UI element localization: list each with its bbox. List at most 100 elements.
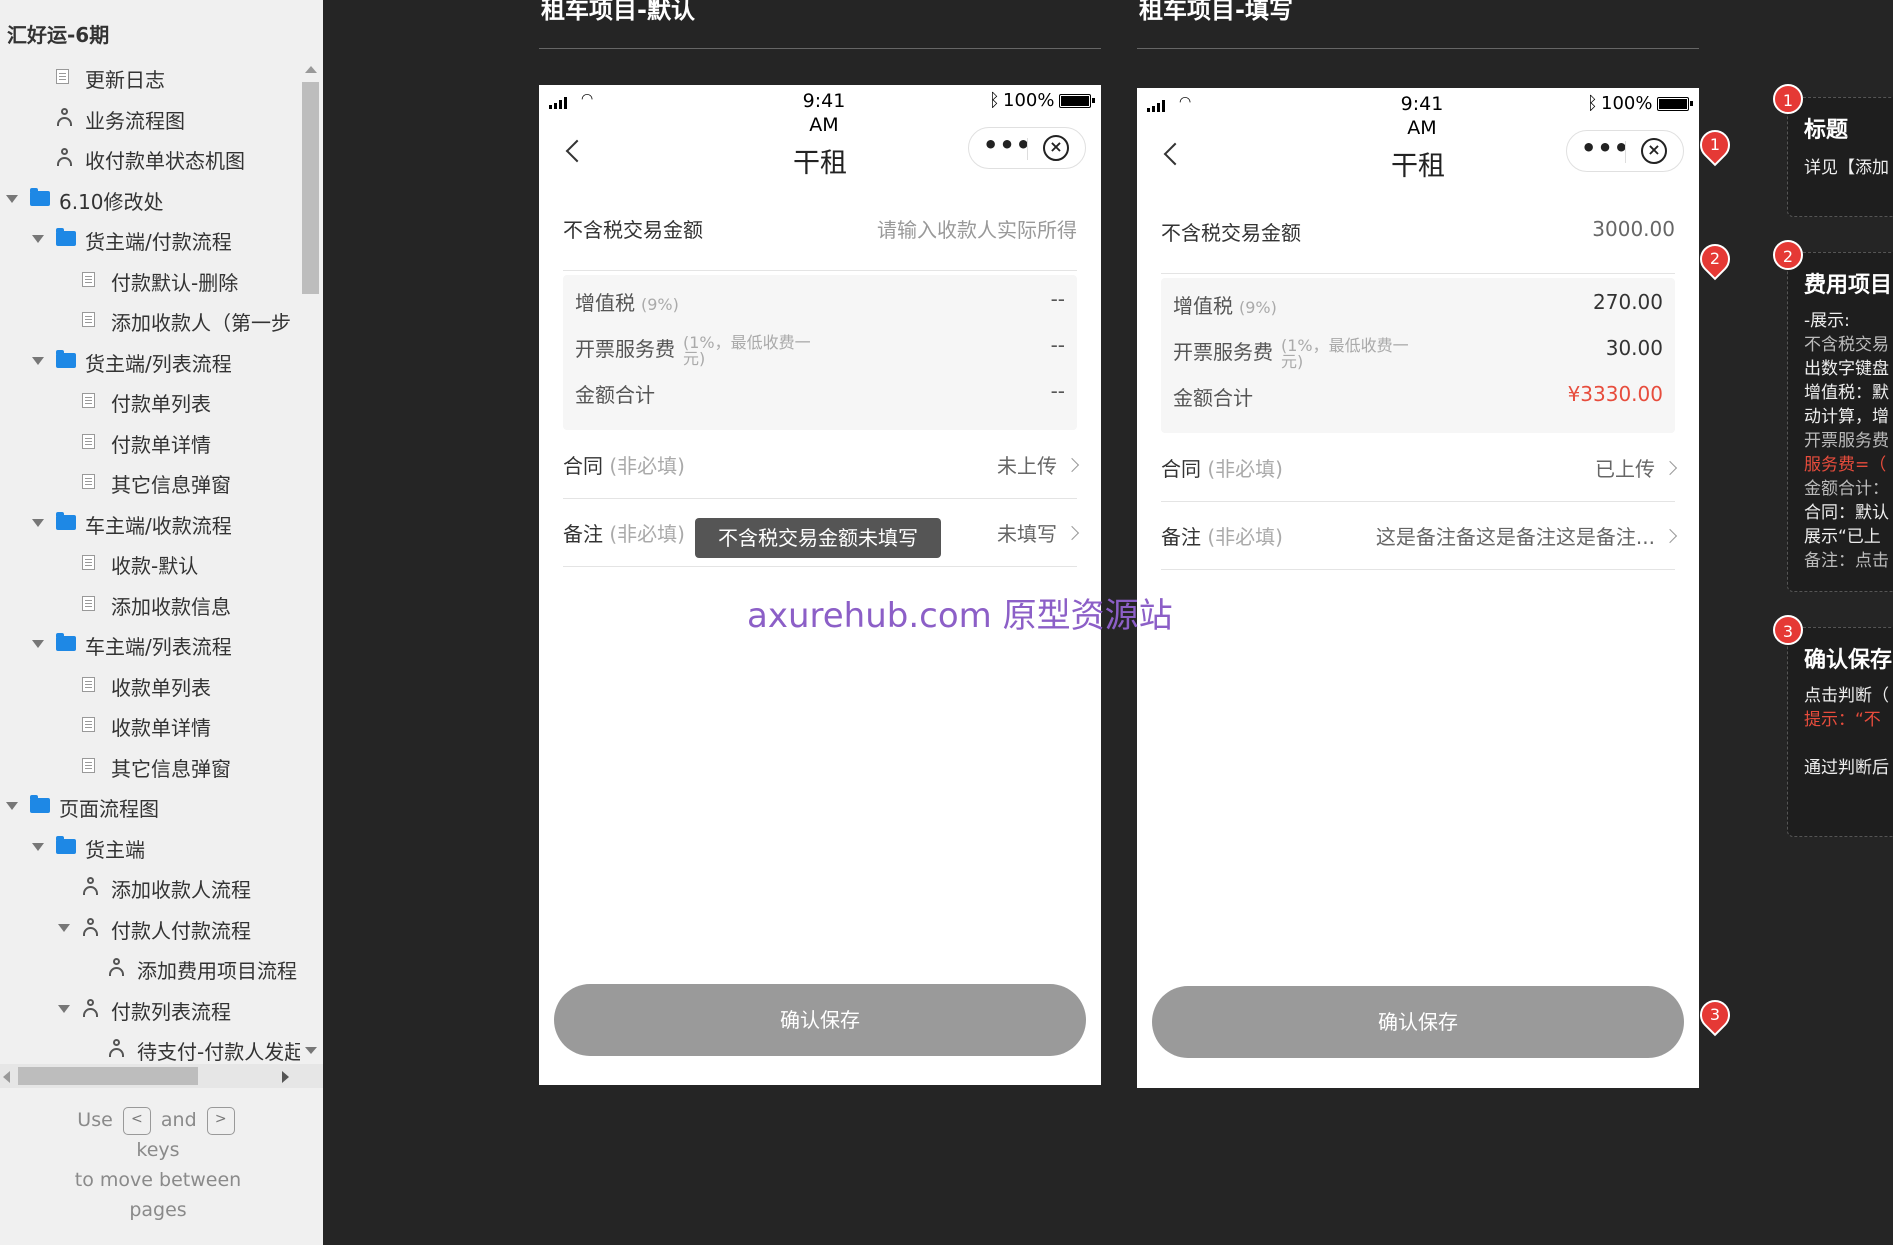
annotation-line: 合同：默认 (1804, 503, 1889, 523)
battery-icon (1059, 94, 1095, 108)
contract-row[interactable]: 合同 (非必填) 未上传 (563, 430, 1080, 499)
sidebar-item[interactable]: 收款-默认 (0, 542, 300, 583)
sidebar-item-label: 6.10修改处 (59, 189, 164, 214)
annotation-marker-1[interactable]: 1 (1693, 123, 1737, 167)
page-icon (82, 312, 95, 327)
contract-status: 已上传 (1595, 457, 1655, 481)
expand-arrow-icon[interactable] (6, 802, 18, 810)
expand-arrow-icon[interactable] (32, 235, 44, 243)
annotation-title: 确认保存 (1804, 648, 1893, 673)
annotation-line: 出数字键盘 (1804, 359, 1889, 379)
scroll-up-arrow-icon[interactable] (305, 66, 317, 73)
sidebar-item[interactable]: 货主端/付款流程 (0, 218, 300, 259)
scroll-right-arrow-icon[interactable] (282, 1071, 289, 1083)
annotation-line (1804, 732, 1893, 756)
sidebar-item[interactable]: 更新日志 (0, 56, 300, 97)
miniprogram-capsule: ••• × (968, 127, 1086, 169)
horizontal-scroll-thumb[interactable] (18, 1067, 198, 1085)
sidebar-item[interactable]: 收款单列表 (0, 664, 300, 705)
sidebar-item[interactable]: 6.10修改处 (0, 178, 300, 219)
amount-row[interactable]: 不含税交易金额 3000.00 (1161, 193, 1675, 274)
confirm-save-button[interactable]: 确认保存 (1152, 986, 1684, 1058)
folder-icon (56, 511, 76, 530)
sidebar-item[interactable]: 待支付-付款人发起 (0, 1028, 304, 1069)
heading-divider (539, 48, 1101, 49)
total-label: 金额合计 (1173, 386, 1253, 410)
flowchart-icon (56, 107, 74, 128)
total-value: -- (1050, 379, 1065, 403)
remark-row[interactable]: 备注 (非必填) 这是备注备这是备注这是备注... (1161, 501, 1678, 570)
sidebar-item[interactable]: 付款默认-删除 (0, 259, 300, 300)
sidebar-item[interactable]: 货主端/列表流程 (0, 340, 300, 381)
sidebar-item[interactable]: 付款人付款流程 (0, 907, 300, 948)
sidebar-item[interactable]: 付款列表流程 (0, 988, 300, 1029)
annotation-marker-3[interactable]: 3 (1693, 993, 1737, 1037)
expand-arrow-icon[interactable] (58, 923, 70, 932)
hint-rest-2: pages (129, 1199, 187, 1221)
expand-arrow-icon[interactable] (6, 194, 18, 203)
annotation-line: 通过判断后 (1804, 758, 1889, 778)
signal-icon (549, 97, 579, 109)
scroll-left-arrow-icon[interactable] (3, 1071, 10, 1083)
vat-line: 增值税 (9%) -- (575, 279, 1065, 319)
vat-value: -- (1050, 287, 1065, 311)
annotation-line: 金额合计： (1804, 479, 1889, 499)
sidebar-item[interactable]: 货主端 (0, 826, 300, 867)
sidebar-item[interactable]: 添加费用项目流程 (0, 947, 300, 988)
service-fee-line: 开票服务费 (1%，最低收费一元) -- (575, 325, 1065, 367)
sidebar-item-label: 添加收款人流程 (111, 878, 251, 902)
expand-arrow-icon[interactable] (32, 640, 44, 648)
more-dots-icon[interactable]: ••• (983, 131, 1032, 159)
phone-mockup-default: ◠ 9:41 AM ᛒ 100% 干租 ••• × 不含税交易金额 请输入收款人… (539, 85, 1101, 1085)
sidebar-item[interactable]: 添加收款人流程 (0, 866, 300, 907)
sidebar-item[interactable]: 页面流程图 (0, 785, 300, 826)
annotation-marker-2[interactable]: 2 (1693, 237, 1737, 281)
flowchart-icon (108, 958, 126, 978)
sidebar-item[interactable]: 其它信息弹窗 (0, 461, 300, 502)
expand-arrow-icon[interactable] (32, 356, 44, 365)
sidebar-item[interactable]: 其它信息弹窗 (0, 745, 300, 786)
contract-row[interactable]: 合同 (非必填) 已上传 (1161, 433, 1678, 502)
total-label: 金额合计 (575, 383, 655, 407)
flowchart-icon (108, 1039, 126, 1059)
sidebar-item-label: 车主端/收款流程 (85, 513, 232, 538)
sidebar-item[interactable]: 收款单详情 (0, 704, 300, 745)
heading-divider (1137, 48, 1699, 49)
expand-arrow-icon[interactable] (58, 1004, 70, 1013)
sidebar-item-label: 货主端 (85, 837, 145, 862)
bluetooth-icon: ᛒ (989, 90, 1000, 111)
total-value: ¥3330.00 (1567, 382, 1663, 406)
annotation-title: 费用项目 (1804, 273, 1893, 298)
annotation-line: 点击判断（ (1804, 686, 1889, 706)
sidebar-item-label: 其它信息弹窗 (111, 756, 231, 781)
confirm-save-button[interactable]: 确认保存 (554, 984, 1086, 1056)
page-icon (82, 757, 95, 773)
more-dots-icon[interactable]: ••• (1581, 134, 1630, 162)
folder-icon (56, 228, 76, 246)
sitemap-sidebar: 汇好运-6期 更新日志 业务流程图 收付款单状态机图 6.10修改处 货主端/付款流程付… (0, 0, 323, 1245)
hint-and: and (160, 1109, 197, 1131)
close-circle-icon[interactable]: × (1043, 135, 1069, 161)
scroll-down-arrow-icon[interactable] (305, 1047, 317, 1054)
sidebar-item[interactable]: 业务流程图 (0, 97, 300, 138)
sidebar-item[interactable]: 车主端/收款流程 (0, 502, 300, 543)
close-circle-icon[interactable]: × (1641, 138, 1667, 164)
amount-input[interactable]: 3000.00 (1592, 217, 1675, 241)
nav-bar: 干租 ••• × (539, 127, 1101, 187)
expand-arrow-icon[interactable] (32, 518, 44, 527)
sidebar-item[interactable]: 收付款单状态机图 (0, 137, 300, 178)
amount-row[interactable]: 不含税交易金额 请输入收款人实际所得 (563, 190, 1077, 271)
flowchart-icon (82, 917, 100, 938)
annotation-line: 展示“已上 (1804, 527, 1881, 547)
sidebar-item[interactable]: 添加收款信息 (0, 583, 300, 624)
vat-line: 增值税 (9%) 270.00 (1173, 282, 1663, 322)
vertical-scroll-thumb[interactable] (302, 82, 319, 294)
annotation-line: 增值税：默 (1804, 383, 1889, 403)
sidebar-item[interactable]: 付款单详情 (0, 421, 300, 462)
sidebar-item[interactable]: 添加收款人（第一步 (0, 299, 300, 340)
remark-optional: (非必填) (609, 522, 685, 546)
expand-arrow-icon[interactable] (32, 842, 44, 851)
sidebar-item[interactable]: 车主端/列表流程 (0, 623, 300, 664)
sidebar-item[interactable]: 付款单列表 (0, 380, 300, 421)
amount-input[interactable]: 请输入收款人实际所得 (877, 214, 1077, 243)
